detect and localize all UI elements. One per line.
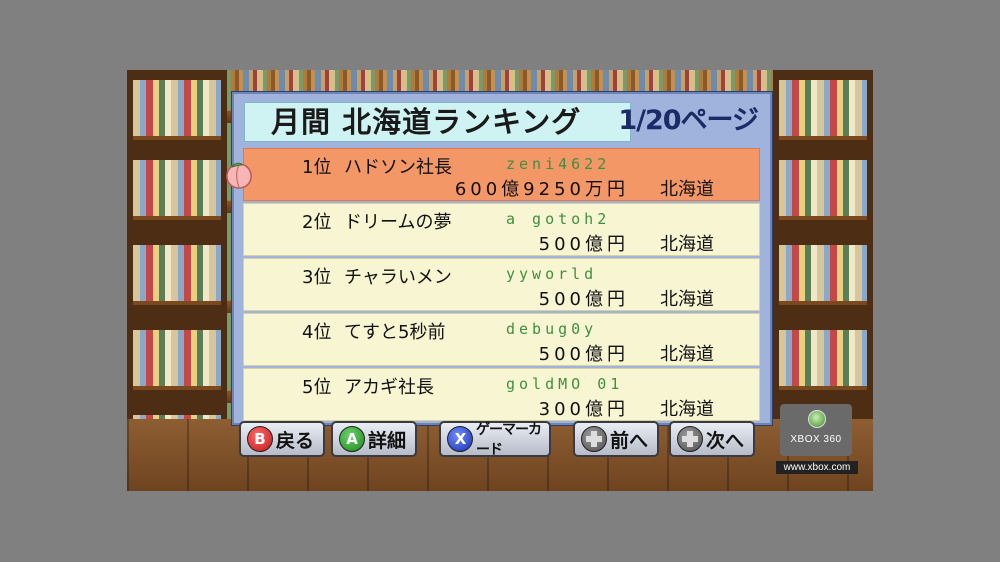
xbox-url: www.xbox.com xyxy=(776,461,858,474)
back-label: 戻る xyxy=(276,429,315,452)
a-button-icon: A xyxy=(339,426,365,452)
rank-label: 2位 xyxy=(302,212,332,233)
money-amount: 600億9250万円 xyxy=(454,179,629,200)
details-label: 詳細 xyxy=(368,429,407,452)
peach-cursor-icon xyxy=(226,162,252,189)
ranking-row-5[interactable]: 5位 アカギ社長 goldMO 01 300億円 北海道 xyxy=(243,368,760,421)
gamertag: goldMO 01 xyxy=(506,375,624,393)
player-name: ハドソン社長 xyxy=(344,157,452,178)
books xyxy=(133,330,221,390)
region: 北海道 xyxy=(660,344,714,365)
dpad-icon xyxy=(581,426,607,452)
gamertag: a gotoh2 xyxy=(506,210,611,228)
gamertag: debug0y xyxy=(506,320,598,338)
xbox-logo-icon xyxy=(808,410,826,428)
books xyxy=(133,160,221,220)
money-amount: 500億円 xyxy=(538,234,629,255)
rank-label: 5位 xyxy=(302,377,332,398)
ranking-row-1[interactable]: 1位 ハドソン社長 zeni4622 600億9250万円 北海道 xyxy=(226,148,760,201)
gamercard-button[interactable]: X ゲーマーカード xyxy=(439,421,551,458)
gamertag: yyworld xyxy=(506,265,598,283)
player-name: ドリームの夢 xyxy=(344,212,452,233)
books xyxy=(779,160,867,220)
books xyxy=(779,245,867,305)
region: 北海道 xyxy=(660,234,714,255)
player-name: てすと5秒前 xyxy=(344,322,446,343)
game-screen: 月間 北海道ランキング 1/20ページ 1位 ハドソン社長 zeni4622 6… xyxy=(127,70,873,491)
details-button[interactable]: A 詳細 xyxy=(331,421,417,457)
player-name: チャラいメン xyxy=(344,267,452,288)
x-button-icon: X xyxy=(447,426,473,452)
books xyxy=(133,245,221,305)
books xyxy=(779,330,867,390)
region: 北海道 xyxy=(660,289,714,310)
next-label: 次へ xyxy=(706,429,745,452)
money-amount: 500億円 xyxy=(538,344,629,365)
ranking-row-2[interactable]: 2位 ドリームの夢 a gotoh2 500億円 北海道 xyxy=(243,203,760,256)
xbox-logo-text: XBOX 360 xyxy=(790,434,842,445)
ranking-panel: 月間 北海道ランキング 1/20ページ 1位 ハドソン社長 zeni4622 6… xyxy=(226,92,772,425)
gamercard-label: ゲーマーカード xyxy=(476,422,542,458)
region: 北海道 xyxy=(660,399,714,420)
region: 北海道 xyxy=(660,179,714,200)
rank-label: 3位 xyxy=(302,267,332,288)
gamertag: zeni4622 xyxy=(506,155,611,173)
ranking-title: 月間 北海道ランキング xyxy=(244,102,631,142)
prev-page-button[interactable]: 前へ xyxy=(573,421,659,457)
books xyxy=(779,80,867,140)
b-button-icon: B xyxy=(247,426,273,452)
back-button[interactable]: B 戻る xyxy=(239,421,325,457)
books xyxy=(133,80,221,140)
ranking-row-4[interactable]: 4位 てすと5秒前 debug0y 500億円 北海道 xyxy=(243,313,760,366)
player-name: アカギ社長 xyxy=(344,377,434,398)
rank-label: 1位 xyxy=(302,157,332,178)
money-amount: 300億円 xyxy=(538,399,629,420)
rank-label: 4位 xyxy=(302,322,332,343)
money-amount: 500億円 xyxy=(538,289,629,310)
prev-label: 前へ xyxy=(610,429,649,452)
dpad-icon xyxy=(677,426,703,452)
ranking-row-3[interactable]: 3位 チャラいメン yyworld 500億円 北海道 xyxy=(243,258,760,311)
xbox360-badge: XBOX 360 xyxy=(780,404,852,456)
page-indicator: 1/20ページ xyxy=(618,105,759,136)
next-page-button[interactable]: 次へ xyxy=(669,421,755,457)
